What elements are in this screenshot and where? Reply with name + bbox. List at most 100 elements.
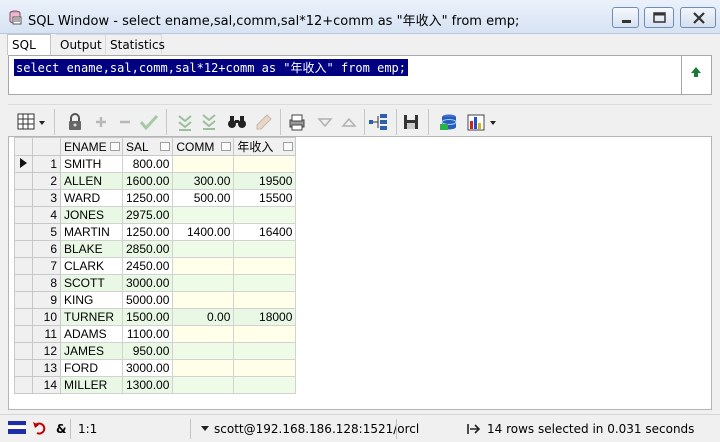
cell-sal[interactable]: 1600.00 (121, 172, 174, 190)
cell-sal[interactable]: 800.00 (121, 155, 174, 173)
table-row[interactable]: 8 SCOTT 3000.00 (14, 274, 297, 292)
row-number[interactable]: 7 (32, 257, 61, 275)
cell-ename[interactable]: SCOTT (60, 274, 123, 292)
row-indicator[interactable] (14, 359, 33, 377)
tab-statistics[interactable]: Statistics (106, 34, 165, 54)
cell-ename[interactable]: SMITH (60, 155, 123, 173)
row-indicator[interactable] (14, 240, 33, 258)
arrow-down-icon[interactable] (174, 112, 196, 132)
check-icon[interactable] (138, 112, 160, 132)
cell-comm[interactable] (172, 274, 235, 292)
cell-comm[interactable]: 300.00 (172, 172, 235, 190)
row-indicator[interactable] (14, 342, 33, 360)
arrow-up-icon[interactable] (690, 66, 702, 81)
maximize-button[interactable] (644, 7, 674, 28)
remove-icon[interactable] (114, 112, 136, 132)
connection-info[interactable]: scott@192.168.186.128:1521/orcl (214, 422, 419, 436)
cell-ename[interactable]: JONES (60, 206, 123, 224)
tab-sql[interactable]: SQL (7, 34, 51, 55)
column-menu-button[interactable] (283, 142, 294, 151)
table-row[interactable]: 5 MARTIN 1250.00 1400.00 16400 (14, 223, 297, 241)
cell-sal[interactable]: 5000.00 (121, 291, 174, 309)
cell-sal[interactable]: 2450.00 (121, 257, 174, 275)
minimize-button[interactable] (612, 7, 639, 28)
tab-output[interactable]: Output (56, 34, 106, 54)
cell-ename[interactable]: KING (60, 291, 123, 309)
cell-income[interactable] (233, 376, 297, 394)
print-icon[interactable] (286, 112, 308, 132)
cell-comm[interactable] (172, 155, 235, 173)
cell-income[interactable]: 16400 (233, 223, 297, 241)
cell-sal[interactable]: 1100.00 (121, 325, 174, 343)
cell-sal[interactable]: 3000.00 (121, 359, 174, 377)
table-row[interactable]: 13 FORD 3000.00 (14, 359, 297, 377)
cell-ename[interactable]: FORD (60, 359, 123, 377)
row-indicator[interactable] (14, 291, 33, 309)
table-row[interactable]: 7 CLARK 2450.00 (14, 257, 297, 275)
triangle-down-icon[interactable] (314, 112, 336, 132)
cell-income[interactable]: 18000 (233, 308, 297, 326)
cell-comm[interactable] (172, 325, 235, 343)
close-button[interactable] (680, 7, 716, 28)
cell-sal[interactable]: 3000.00 (121, 274, 174, 292)
add-icon[interactable] (90, 112, 112, 132)
row-indicator[interactable] (14, 172, 33, 190)
cell-comm[interactable] (172, 291, 235, 309)
chart-icon[interactable] (466, 112, 502, 132)
save-icon[interactable] (400, 112, 422, 132)
cell-income[interactable] (233, 155, 297, 173)
cell-sal[interactable]: 950.00 (121, 342, 174, 360)
row-number[interactable]: 9 (32, 291, 61, 309)
row-number[interactable]: 2 (32, 172, 61, 190)
row-number[interactable]: 8 (32, 274, 61, 292)
cell-sal[interactable]: 1250.00 (121, 223, 174, 241)
cell-ename[interactable]: JAMES (60, 342, 123, 360)
row-number[interactable]: 1 (32, 155, 61, 173)
cell-ename[interactable]: MARTIN (60, 223, 123, 241)
cell-comm[interactable]: 500.00 (172, 189, 235, 207)
row-number[interactable]: 12 (32, 342, 61, 360)
triangle-up-icon[interactable] (338, 112, 360, 132)
connection-dropdown-icon[interactable] (200, 423, 210, 437)
flag-icon[interactable] (8, 419, 26, 440)
column-menu-button[interactable] (221, 142, 232, 151)
row-number[interactable]: 5 (32, 223, 61, 241)
row-indicator[interactable] (14, 206, 33, 224)
row-number[interactable]: 11 (32, 325, 61, 343)
sql-statement[interactable]: select ename,sal,comm,sal*12+comm as "年收… (14, 59, 409, 76)
row-number[interactable]: 10 (32, 308, 61, 326)
table-row[interactable]: 10 TURNER 1500.00 0.00 18000 (14, 308, 297, 326)
column-header-income[interactable]: 年收入 (233, 137, 297, 156)
cell-sal[interactable]: 1300.00 (121, 376, 174, 394)
row-number[interactable]: 14 (32, 376, 61, 394)
result-grid[interactable]: ENAME SAL COMM 年收入 1 SMITH 800.00 2 ALLEN 160… (8, 136, 712, 410)
cell-ename[interactable]: WARD (60, 189, 123, 207)
cell-income[interactable] (233, 240, 297, 258)
clear-icon[interactable] (252, 112, 274, 132)
table-row[interactable]: 12 JAMES 950.00 (14, 342, 297, 360)
tree-icon[interactable] (368, 112, 390, 132)
cell-income[interactable] (233, 291, 297, 309)
column-menu-button[interactable] (160, 142, 171, 151)
row-indicator[interactable] (14, 376, 33, 394)
row-indicator[interactable] (14, 223, 33, 241)
row-number[interactable]: 3 (32, 189, 61, 207)
cell-income[interactable] (233, 359, 297, 377)
cell-comm[interactable] (172, 240, 235, 258)
cell-ename[interactable]: TURNER (60, 308, 123, 326)
cell-ename[interactable]: CLARK (60, 257, 123, 275)
binoculars-icon[interactable] (226, 112, 248, 132)
table-row[interactable]: 1 SMITH 800.00 (14, 155, 297, 173)
cell-comm[interactable] (172, 359, 235, 377)
cell-sal[interactable]: 2850.00 (121, 240, 174, 258)
cell-income[interactable]: 19500 (233, 172, 297, 190)
cell-income[interactable] (233, 274, 297, 292)
row-indicator[interactable] (14, 325, 33, 343)
row-number[interactable]: 13 (32, 359, 61, 377)
cell-income[interactable] (233, 257, 297, 275)
row-indicator[interactable] (14, 189, 33, 207)
cell-income[interactable] (233, 342, 297, 360)
table-row[interactable]: 6 BLAKE 2850.00 (14, 240, 297, 258)
cell-sal[interactable]: 1250.00 (121, 189, 174, 207)
grid-icon[interactable] (16, 112, 48, 132)
